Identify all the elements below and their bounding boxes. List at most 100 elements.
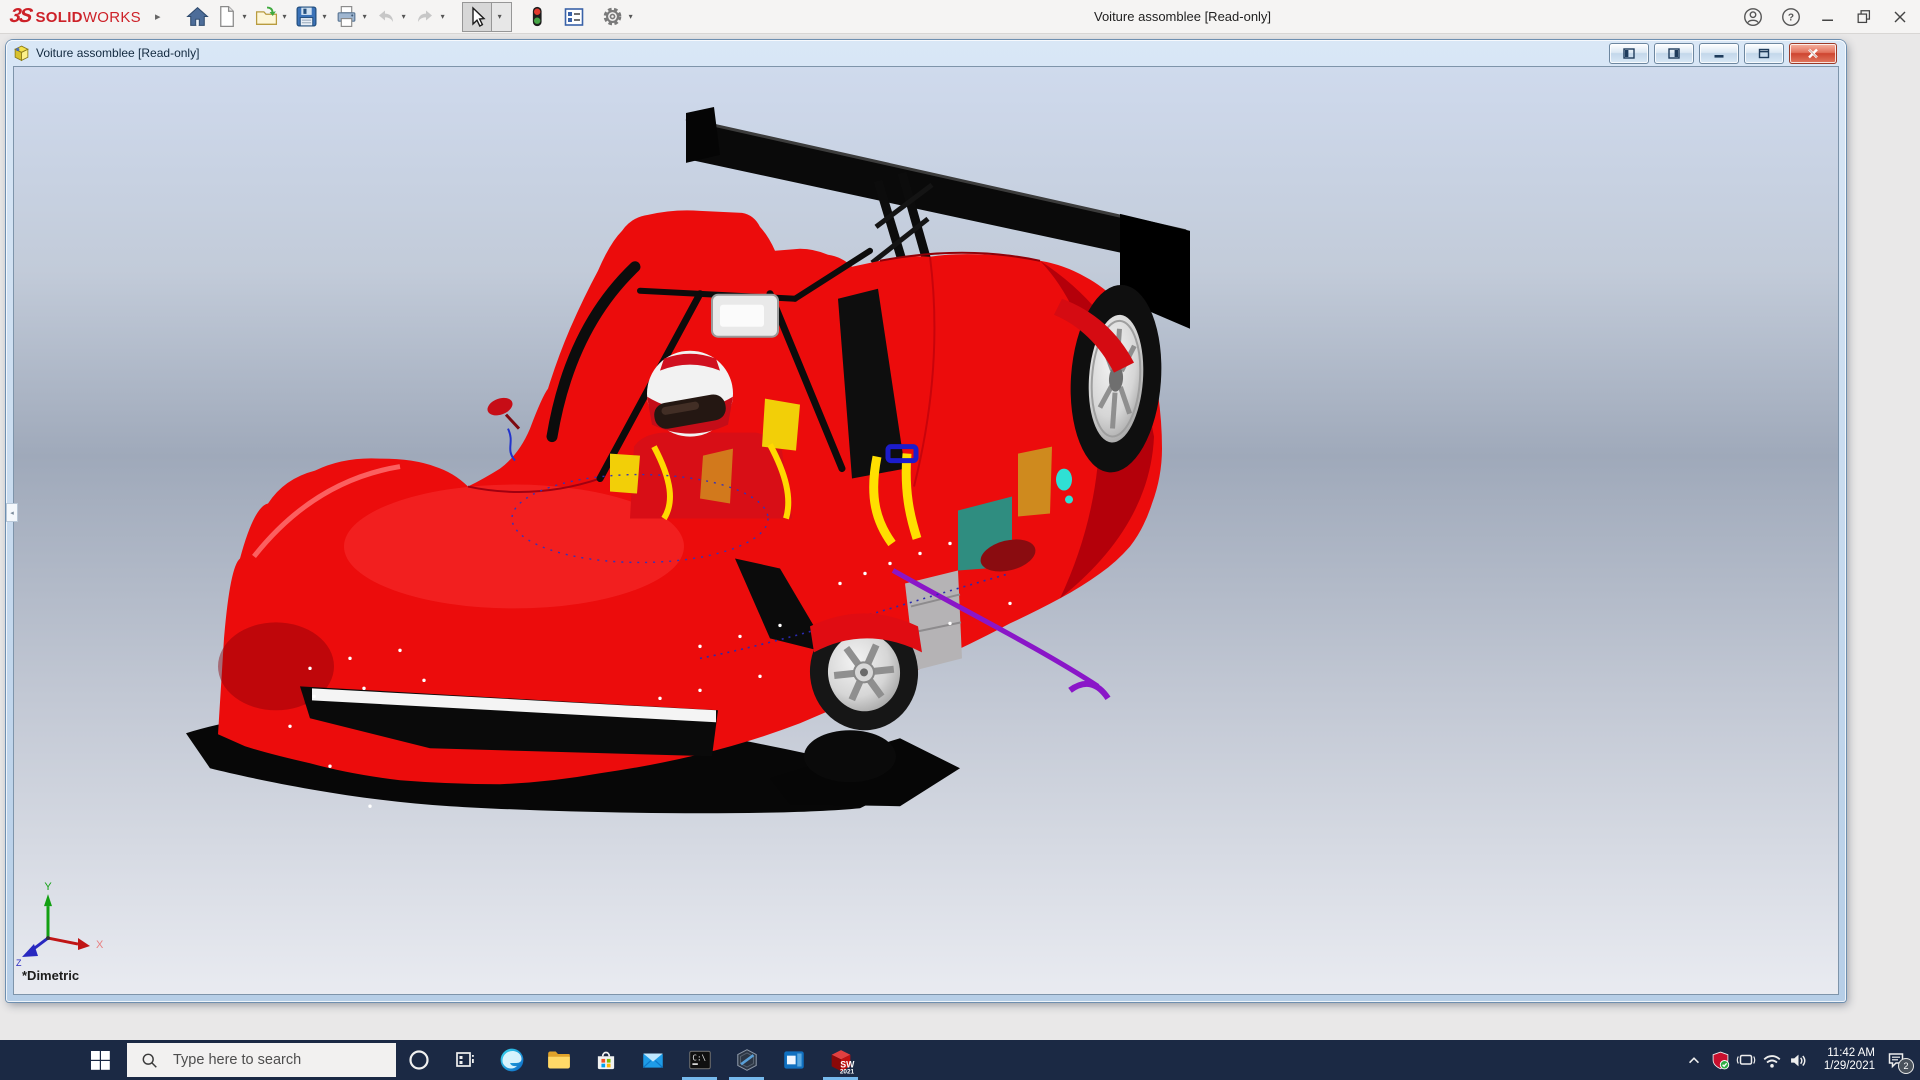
doc-minimize-button[interactable]: [1699, 42, 1739, 64]
taskbar-app-command-prompt[interactable]: C:\: [676, 1040, 723, 1080]
doc-close-button[interactable]: [1789, 42, 1837, 64]
taskbar-app-hexagon-app[interactable]: [723, 1040, 770, 1080]
hexagon-app-icon: [736, 1049, 757, 1071]
search-input[interactable]: [171, 1051, 370, 1069]
new-document-icon: [219, 5, 234, 28]
brand-mark: 3S: [8, 5, 33, 27]
account-icon[interactable]: [1742, 6, 1764, 28]
svg-text:2021: 2021: [839, 1069, 854, 1074]
assembly-document-icon: [14, 45, 29, 61]
taskbar-app-file-explorer[interactable]: [535, 1040, 582, 1080]
select-cursor-icon: [471, 5, 486, 27]
doc-minimize-icon: [1714, 54, 1724, 58]
select-tool-button[interactable]: [463, 3, 491, 31]
rebuild-stoplight-icon: [532, 6, 542, 27]
open-button[interactable]: [252, 3, 281, 31]
svg-text:?: ?: [1788, 12, 1794, 23]
taskbar-search[interactable]: [127, 1043, 396, 1077]
undo-dropdown[interactable]: ▾: [402, 12, 406, 21]
tile-left-button[interactable]: [1609, 42, 1649, 64]
action-center-button[interactable]: 2: [1879, 1040, 1914, 1080]
redo-dropdown[interactable]: ▾: [441, 12, 445, 21]
document-title: Voiture assomblee [Read-only]: [36, 46, 200, 60]
cortana-button[interactable]: [396, 1040, 442, 1080]
chevron-up-icon: [1688, 1057, 1700, 1064]
taskbar-app-mail[interactable]: [629, 1040, 676, 1080]
tray-chevron-button[interactable]: [1681, 1040, 1707, 1080]
help-icon[interactable]: ?: [1780, 6, 1802, 28]
solidworks-2021-icon: SW 2021: [831, 1050, 855, 1074]
doc-close-icon: [1808, 48, 1818, 58]
settings-button[interactable]: [598, 3, 627, 31]
app-window-title: Voiture assomblee [Read-only]: [1094, 9, 1272, 24]
taskbar-app-microsoft-store[interactable]: [582, 1040, 629, 1080]
open-icon: [255, 6, 277, 25]
taskbar-app-microsoft-edge[interactable]: [488, 1040, 535, 1080]
windows-logo-icon: [91, 1050, 110, 1070]
wifi-icon: [1763, 1054, 1781, 1068]
graphics-viewport[interactable]: Y X Z *Dimetric: [13, 66, 1839, 995]
home-icon: [185, 6, 209, 26]
doc-restore-button[interactable]: [1744, 42, 1784, 64]
print-button[interactable]: [332, 3, 361, 31]
open-dropdown[interactable]: ▾: [283, 12, 287, 21]
taskbar-app-solidworks-2021[interactable]: SW 2021: [817, 1040, 864, 1080]
home-button[interactable]: [183, 3, 212, 31]
print-icon: [337, 6, 355, 27]
tray-date: 1/29/2021: [1823, 1060, 1875, 1072]
store-icon: [597, 1051, 614, 1070]
redo-button[interactable]: [411, 3, 439, 31]
select-tool-dropdown-arrow: ▾: [497, 12, 502, 21]
new-document-button[interactable]: [212, 3, 241, 31]
start-button[interactable]: [0, 1040, 127, 1080]
save-dropdown[interactable]: ▾: [323, 12, 327, 21]
speaker-icon: [1790, 1054, 1805, 1066]
new-document-dropdown[interactable]: ▾: [243, 12, 247, 21]
tile-left-icon: [1623, 47, 1635, 59]
rebuild-stoplight-button[interactable]: [524, 3, 550, 31]
taskbar-app-blue-window-app[interactable]: [770, 1040, 817, 1080]
app-window-controls: ?: [1742, 0, 1910, 33]
select-tool-dropdown[interactable]: ▾: [490, 2, 511, 31]
orientation-triad: Y X Z: [16, 881, 104, 968]
task-view-icon: [456, 1052, 474, 1067]
quick-access-toolbar: ▾ ▾ ▾ ▾ ▾ ▾ ▾ ▾: [183, 1, 638, 32]
display-options-button[interactable]: [560, 3, 588, 31]
minimize-icon[interactable]: [1818, 7, 1838, 27]
undo-button[interactable]: [372, 3, 400, 31]
system-tray: 11:42 AM 1/29/2021 2: [1681, 1040, 1920, 1080]
save-button[interactable]: [292, 3, 321, 31]
windows-taskbar: C:\ SW 2021: [0, 1040, 1920, 1080]
app-titlebar: 3S SOLIDWORKS ▸ ▾ ▾ ▾ ▾ ▾ ▾ ▾ ▾ Voiture …: [0, 0, 1920, 34]
close-icon[interactable]: [1890, 7, 1910, 27]
restore-icon[interactable]: [1854, 7, 1874, 27]
print-dropdown[interactable]: ▾: [363, 12, 367, 21]
tray-volume[interactable]: [1785, 1040, 1811, 1080]
settings-dropdown[interactable]: ▾: [629, 12, 633, 21]
save-icon: [296, 6, 317, 27]
svg-text:C:\: C:\: [692, 1054, 706, 1063]
tray-solidworks-shield[interactable]: [1707, 1040, 1733, 1080]
mdi-background: Voiture assomblee [Read-only] Y X Z *Dim…: [0, 34, 1920, 1040]
document-titlebar[interactable]: Voiture assomblee [Read-only]: [6, 40, 1846, 66]
tray-time: 11:42 AM: [1827, 1047, 1875, 1059]
display-options-icon: [564, 7, 583, 26]
feature-manager-collapse-tab[interactable]: ◂: [6, 503, 18, 522]
tray-wifi[interactable]: [1759, 1040, 1785, 1080]
redo-icon: [417, 10, 432, 22]
undo-icon: [378, 10, 393, 22]
cyan-light: [1056, 468, 1072, 491]
blue-window-app-icon: [783, 1051, 804, 1069]
menu-flyout-icon[interactable]: ▸: [155, 10, 161, 23]
tile-right-button[interactable]: [1654, 42, 1694, 64]
car-model: Y X Z: [16, 106, 1190, 968]
triad-x-label: X: [96, 939, 104, 951]
tray-display-connect[interactable]: [1733, 1040, 1759, 1080]
command-prompt-icon: C:\: [688, 1050, 711, 1070]
triad-y-label: Y: [44, 881, 52, 893]
tray-clock[interactable]: 11:42 AM 1/29/2021: [1811, 1047, 1879, 1073]
document-window-controls: [1609, 42, 1837, 64]
task-view-button[interactable]: [442, 1040, 488, 1080]
brand-text-light: WORKS: [82, 9, 141, 26]
brand-text: SOLIDWORKS: [35, 9, 141, 26]
